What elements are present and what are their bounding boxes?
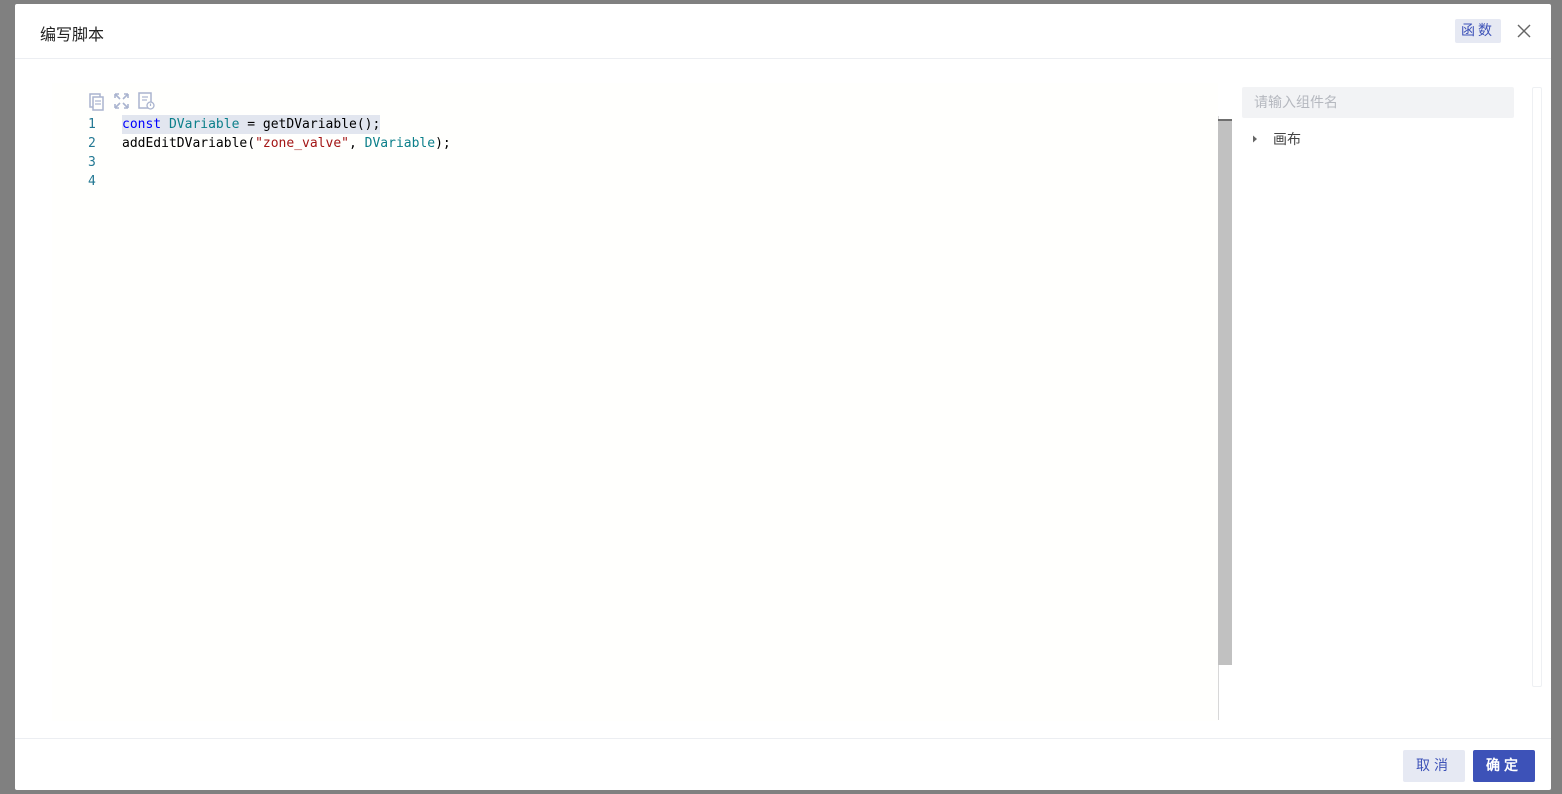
code-token: addEditDVariable( xyxy=(122,136,256,151)
caret-right-icon[interactable] xyxy=(1251,135,1259,143)
close-icon xyxy=(1517,24,1531,38)
line-source: addEditDVariable("zone_valve", DVariable… xyxy=(122,134,451,153)
code-token: = getDVariable(); xyxy=(239,117,381,132)
dialog-title: 编写脚本 xyxy=(40,25,105,44)
editor-scrollbar[interactable] xyxy=(1218,119,1232,665)
line-number: 1 xyxy=(88,117,96,132)
line-number: 4 xyxy=(88,174,96,189)
format-icon[interactable] xyxy=(137,91,156,111)
code-token: const xyxy=(122,117,162,132)
function-button[interactable]: 函数 xyxy=(1455,19,1501,43)
code-token: , xyxy=(348,136,365,151)
expand-icon[interactable] xyxy=(112,91,131,111)
copy-icon[interactable] xyxy=(87,91,106,111)
code-line[interactable]: 1 const DVariable = getDVariable(); xyxy=(52,115,1202,134)
component-search-input[interactable] xyxy=(1242,87,1514,118)
editor-toolbar xyxy=(87,91,156,113)
line-number: 3 xyxy=(88,155,96,170)
code-line[interactable]: 3 xyxy=(52,153,1202,172)
cancel-button[interactable]: 取消 xyxy=(1403,750,1465,782)
component-panel: 画布 xyxy=(1242,87,1514,151)
code-lines[interactable]: 1 const DVariable = getDVariable(); 2 addEd… xyxy=(52,115,1202,191)
code-token: ); xyxy=(435,136,451,151)
code-line[interactable]: 2 addEditDVariable("zone_valve", DVariabl… xyxy=(52,134,1202,153)
code-token: DVariable xyxy=(168,117,240,132)
dialog-header: 编写脚本 函数 xyxy=(15,4,1551,59)
close-button[interactable] xyxy=(1514,19,1534,43)
dialog-footer: 取消 确定 xyxy=(15,738,1551,790)
code-editor[interactable]: 1 const DVariable = getDVariable(); 2 addEd… xyxy=(52,83,1218,721)
code-line[interactable]: 4 xyxy=(52,172,1202,191)
line-number: 2 xyxy=(88,136,96,151)
line-source: const DVariable = getDVariable(); xyxy=(122,115,381,134)
tree-node-label: 画布 xyxy=(1273,132,1301,148)
code-token: DVariable xyxy=(364,136,436,151)
confirm-button[interactable]: 确定 xyxy=(1473,750,1535,782)
script-editor-dialog: 编写脚本 函数 1 const DVariable = getDVariable… xyxy=(15,4,1551,790)
panel-scroll-rail xyxy=(1532,87,1542,687)
tree-node-canvas[interactable]: 画布 xyxy=(1242,127,1514,151)
code-token: "zone_valve" xyxy=(255,136,349,151)
